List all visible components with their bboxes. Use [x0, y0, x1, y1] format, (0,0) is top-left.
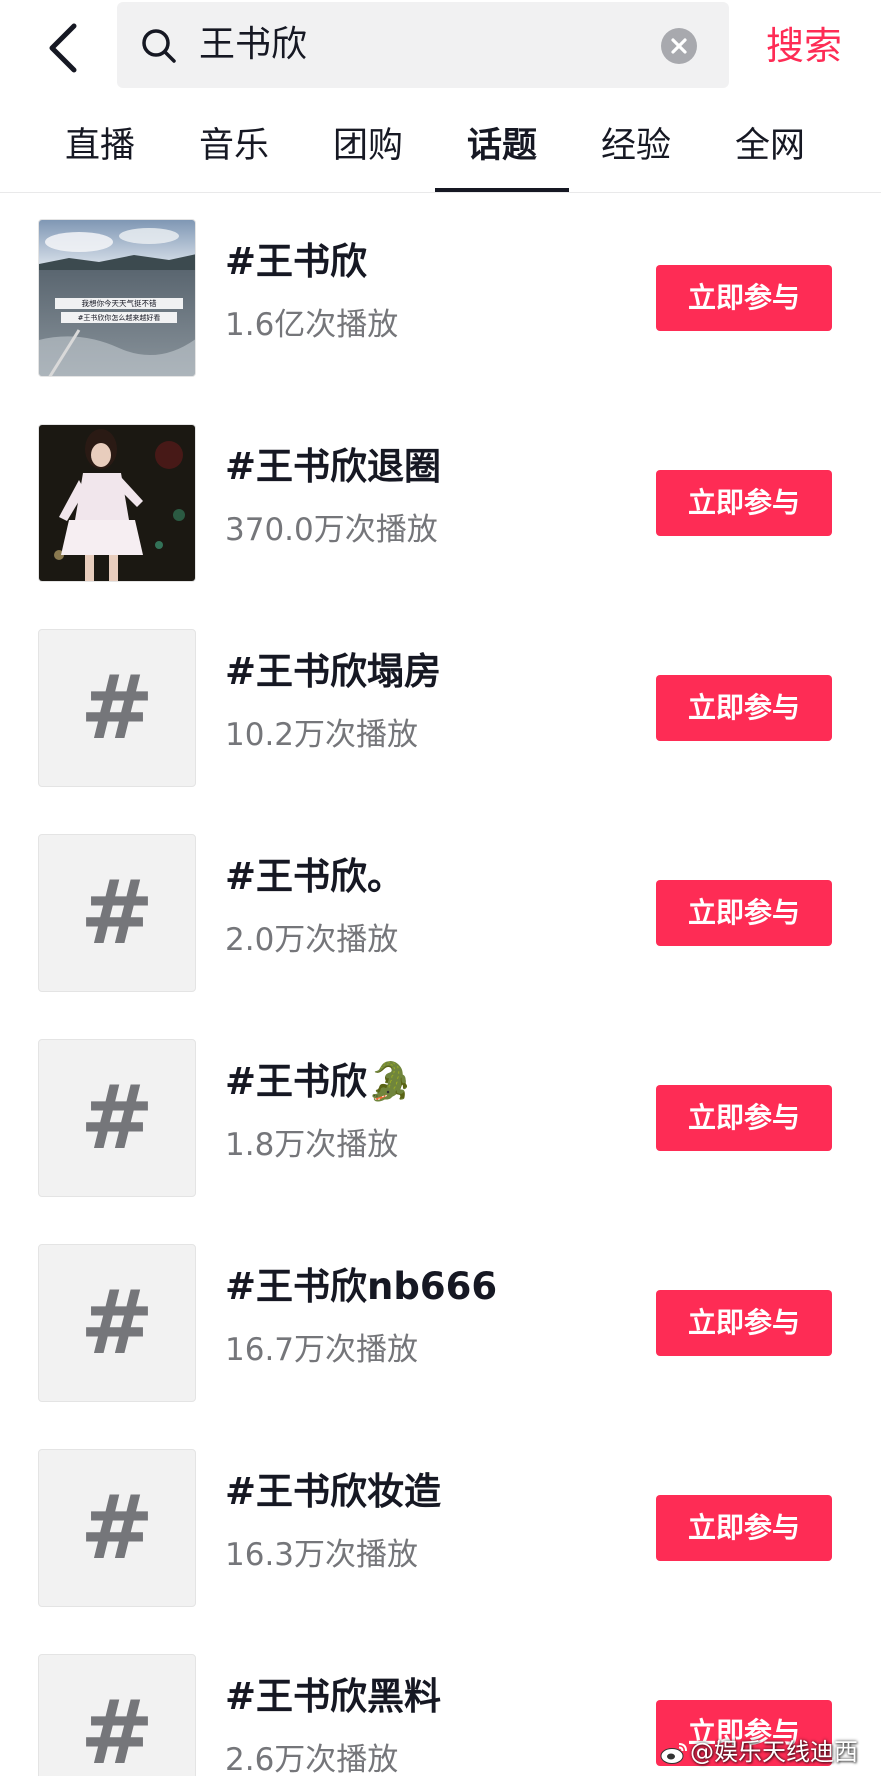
weibo-icon — [660, 1741, 688, 1765]
join-topic-button[interactable]: 立即参与 — [656, 1290, 832, 1356]
hashtag-icon: # — [80, 1476, 154, 1579]
topic-view-count: 2.0万次播放 — [225, 922, 399, 958]
topic-view-count: 10.2万次播放 — [225, 717, 419, 753]
topic-item[interactable]: # #王书欣塌房 10.2万次播放 立即参与 — [0, 603, 881, 808]
join-topic-button[interactable]: 立即参与 — [656, 265, 832, 331]
search-query-text[interactable]: 王书欣 — [199, 2, 307, 88]
active-tab-indicator — [435, 188, 569, 192]
topic-view-count: 16.7万次播放 — [225, 1332, 419, 1368]
tab-topics[interactable]: 话题 — [435, 100, 569, 192]
topic-title: #王书欣妆造 — [225, 1470, 442, 1513]
hashtag-icon: # — [80, 1681, 154, 1776]
clear-search-button[interactable] — [661, 28, 697, 64]
topic-thumbnail: 我想你今天天气挺不错 #王书欣你怎么越来越好看 — [38, 219, 196, 377]
tab-all-web[interactable]: 全网 — [703, 100, 837, 192]
join-topic-button[interactable]: 立即参与 — [656, 675, 832, 741]
join-topic-button[interactable]: 立即参与 — [656, 880, 832, 946]
topic-view-count: 16.3万次播放 — [225, 1537, 419, 1573]
performer-photo-image — [39, 425, 195, 581]
topic-item[interactable]: # #王书欣。 2.0万次播放 立即参与 — [0, 808, 881, 1013]
clear-icon — [671, 38, 687, 54]
back-button[interactable] — [40, 18, 90, 78]
join-topic-button[interactable]: 立即参与 — [656, 1085, 832, 1151]
chevron-left-icon — [49, 23, 77, 73]
category-tabs: 直播 音乐 团购 话题 经验 全网 — [0, 100, 881, 193]
join-topic-button[interactable]: 立即参与 — [656, 1495, 832, 1561]
join-topic-button[interactable]: 立即参与 — [656, 470, 832, 536]
topic-thumbnail: # — [38, 834, 196, 992]
topic-title: #王书欣黑料 — [225, 1675, 442, 1718]
topic-title: #王书欣nb666 — [225, 1265, 498, 1308]
watermark-text: @娱乐天线迪西 — [690, 1738, 858, 1766]
topic-item[interactable]: #王书欣退圈 370.0万次播放 立即参与 — [0, 398, 881, 603]
topic-view-count: 1.6亿次播放 — [225, 307, 399, 343]
topic-title: #王书欣塌房 — [225, 650, 442, 693]
topic-item[interactable]: # #王书欣🐊 1.8万次播放 立即参与 — [0, 1013, 881, 1218]
tab-group-buy[interactable]: 团购 — [301, 100, 435, 192]
watermark: @娱乐天线迪西 — [660, 1734, 858, 1770]
topic-title: #王书欣 — [225, 240, 368, 283]
topic-thumbnail: # — [38, 1039, 196, 1197]
hashtag-icon: # — [80, 1066, 154, 1169]
topic-thumbnail — [38, 424, 196, 582]
tab-experience[interactable]: 经验 — [569, 100, 703, 192]
hashtag-icon: # — [80, 861, 154, 964]
topic-item[interactable]: # #王书欣妆造 16.3万次播放 立即参与 — [0, 1423, 881, 1628]
topic-view-count: 1.8万次播放 — [225, 1127, 399, 1163]
tab-live[interactable]: 直播 — [33, 100, 167, 192]
tab-music[interactable]: 音乐 — [167, 100, 301, 192]
topic-title: #王书欣退圈 — [225, 445, 442, 488]
search-button[interactable]: 搜索 — [766, 14, 842, 78]
search-icon — [139, 26, 179, 66]
topic-item[interactable]: # #王书欣nb666 16.7万次播放 立即参与 — [0, 1218, 881, 1423]
search-header: 王书欣 搜索 — [0, 0, 881, 98]
topic-title: #王书欣。 — [225, 855, 405, 898]
search-input[interactable]: 王书欣 — [117, 2, 729, 88]
topic-view-count: 370.0万次播放 — [225, 512, 438, 548]
topic-item[interactable]: 我想你今天天气挺不错 #王书欣你怎么越来越好看 #王书欣 1.6亿次播放 立即参… — [0, 193, 881, 398]
topic-thumbnail: # — [38, 1449, 196, 1607]
lake-photo-image: 我想你今天天气挺不错 #王书欣你怎么越来越好看 — [39, 220, 195, 376]
hashtag-icon: # — [80, 656, 154, 759]
hashtag-icon: # — [80, 1271, 154, 1374]
thumb-caption-line-2: #王书欣你怎么越来越好看 — [78, 313, 161, 322]
topic-thumbnail: # — [38, 629, 196, 787]
topic-thumbnail: # — [38, 1244, 196, 1402]
thumb-caption-line-1: 我想你今天天气挺不错 — [82, 298, 157, 308]
topic-thumbnail: # — [38, 1654, 196, 1776]
topic-view-count: 2.6万次播放 — [225, 1742, 399, 1776]
topic-title: #王书欣🐊 — [225, 1060, 414, 1103]
